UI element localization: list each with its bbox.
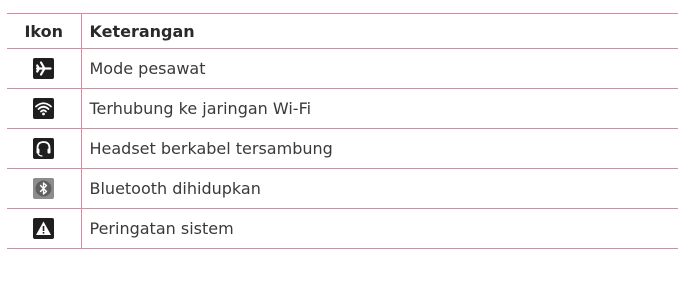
- column-header-description: Keterangan: [81, 13, 678, 49]
- table-row: Mode pesawat: [7, 48, 678, 89]
- column-header-icon: Ikon: [7, 13, 82, 49]
- row-label: Headset berkabel tersambung: [81, 128, 678, 169]
- wifi-icon: [33, 98, 55, 119]
- table-row: Headset berkabel tersambung: [7, 128, 678, 169]
- row-label: Mode pesawat: [81, 48, 678, 89]
- row-label: Bluetooth dihidupkan: [81, 168, 678, 209]
- bluetooth-icon: [33, 178, 55, 199]
- warning-icon: [33, 218, 55, 239]
- table-row: Bluetooth dihidupkan: [7, 168, 678, 209]
- headset-icon: [33, 138, 55, 159]
- airplane-icon: [33, 58, 55, 79]
- row-label: Peringatan sistem: [81, 208, 678, 249]
- table-row: Terhubung ke jaringan Wi-Fi: [7, 88, 678, 129]
- table-row: Peringatan sistem: [7, 208, 678, 249]
- table-header-row: Ikon Keterangan: [7, 13, 678, 49]
- row-label: Terhubung ke jaringan Wi-Fi: [81, 88, 678, 129]
- status-icon-table: Ikon Keterangan Mode pesawat Terhubung k…: [7, 13, 678, 249]
